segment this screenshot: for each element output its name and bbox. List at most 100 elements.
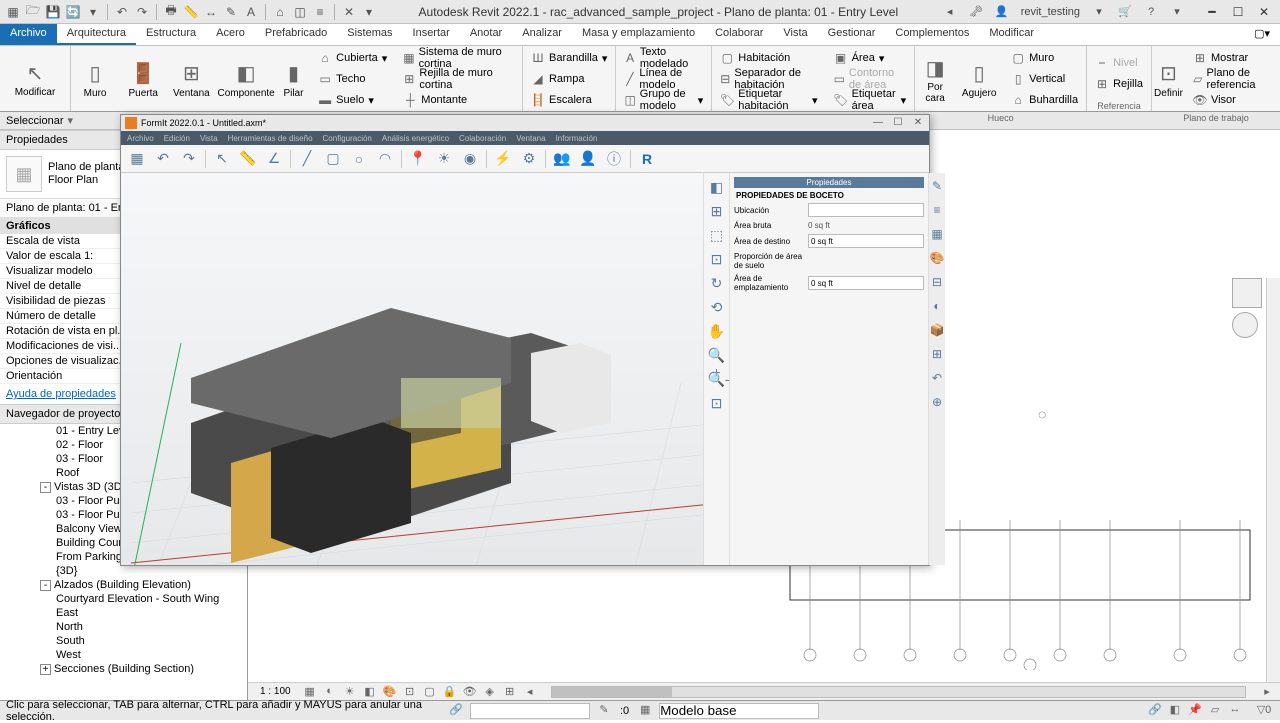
undo-icon[interactable]: ↶: [113, 3, 131, 21]
tab-sistemas[interactable]: Sistemas: [337, 24, 402, 45]
plano-ref-button[interactable]: ▱Plano de referencia: [1189, 69, 1276, 89]
techo-button[interactable]: ▭Techo: [314, 69, 391, 89]
reveal-icon[interactable]: ◈: [483, 685, 497, 699]
cont-area-button[interactable]: ▭Contorno de área: [830, 69, 911, 89]
tab-colaborar[interactable]: Colaborar: [705, 24, 773, 45]
orbit-icon[interactable]: ↻: [708, 275, 726, 293]
detail-level-icon[interactable]: ▦: [303, 685, 317, 699]
por-cara-button[interactable]: ◨Por cara: [915, 46, 955, 112]
layers-tab-icon[interactable]: ≡: [929, 203, 945, 219]
tab-acero[interactable]: Acero: [206, 24, 255, 45]
tree-item[interactable]: South: [0, 634, 247, 648]
plugins-tab-icon[interactable]: ⊕: [929, 395, 945, 411]
switch-windows-icon[interactable]: ▾: [360, 3, 378, 21]
lock-icon[interactable]: 🔒: [443, 685, 457, 699]
tab-estructura[interactable]: Estructura: [136, 24, 206, 45]
angle-icon[interactable]: ∠: [264, 149, 284, 169]
arc-icon[interactable]: ◠: [375, 149, 395, 169]
texto-modelo-button[interactable]: ATexto modelado: [620, 48, 707, 68]
minimize-button[interactable]: —: [871, 117, 885, 129]
tree-item[interactable]: East: [0, 606, 247, 620]
scrollbar-thumb[interactable]: [552, 687, 672, 697]
cube-icon[interactable]: ◧: [708, 179, 726, 197]
maximize-button[interactable]: ☐: [1226, 3, 1250, 21]
nav-cube[interactable]: [1232, 278, 1268, 378]
grupo-modelo-button[interactable]: ◫Grupo de modelo ▾: [620, 90, 707, 110]
nav-left-icon[interactable]: ◂: [523, 685, 537, 699]
crop-icon[interactable]: ⊡: [403, 685, 417, 699]
tree-item[interactable]: -Alzados (Building Elevation): [0, 578, 247, 592]
suelo-button[interactable]: ▬Suelo ▾: [314, 90, 391, 110]
tab-archivo[interactable]: Archivo: [0, 24, 57, 45]
definir-button[interactable]: ⊡Definir: [1152, 46, 1185, 112]
escalera-button[interactable]: 🪜Escalera: [527, 90, 611, 110]
swivel-icon[interactable]: ⟲: [708, 299, 726, 317]
scale-value[interactable]: 1 : 100: [254, 686, 297, 697]
redo-icon[interactable]: ↷: [179, 149, 199, 169]
levels-tab-icon[interactable]: ⊟: [929, 275, 945, 291]
text-icon[interactable]: A: [242, 3, 260, 21]
solar-analysis-icon[interactable]: ◉: [460, 149, 480, 169]
formit-field-input[interactable]: [808, 203, 924, 217]
cubierta-button[interactable]: ⌂Cubierta ▾: [314, 48, 391, 68]
user-icon[interactable]: 👤: [991, 3, 1013, 21]
puerta-button[interactable]: 🚪Puerta: [119, 46, 167, 112]
filter-icon[interactable]: ▽0: [1255, 703, 1273, 719]
nivel-button[interactable]: ⎯Nivel: [1091, 53, 1147, 73]
help-link[interactable]: Ayuda de propiedades: [6, 388, 116, 400]
minimize-button[interactable]: ━: [1200, 3, 1224, 21]
zoom-fit-icon[interactable]: ⊡: [708, 395, 726, 413]
3d-icon[interactable]: ⬚: [708, 227, 726, 245]
sun-path-icon[interactable]: ☀: [343, 685, 357, 699]
muro-button[interactable]: ▯Muro: [71, 46, 119, 112]
crop-region-icon[interactable]: ▢: [423, 685, 437, 699]
collab-icon[interactable]: 👥: [552, 149, 572, 169]
content-tab-icon[interactable]: 📦: [929, 323, 945, 339]
muro-hueco-button[interactable]: ▢Muro: [1007, 48, 1082, 68]
energy-icon[interactable]: ⚡: [493, 149, 513, 169]
tab-gestionar[interactable]: Gestionar: [818, 24, 886, 45]
tree-item[interactable]: +Secciones (Building Section): [0, 662, 247, 676]
ribbon-collapse-icon[interactable]: ▢▾: [1244, 24, 1280, 45]
location-icon[interactable]: 📍: [408, 149, 428, 169]
app-menu-icon[interactable]: ▦: [4, 3, 22, 21]
formit-menu-item[interactable]: Archivo: [127, 134, 154, 143]
area-button[interactable]: ▣Área ▾: [830, 48, 911, 68]
mostrar-button[interactable]: ⊞Mostrar: [1189, 48, 1276, 68]
tab-prefabricado[interactable]: Prefabricado: [255, 24, 337, 45]
agujero-button[interactable]: ▯Agujero: [955, 46, 1003, 112]
open-icon[interactable]: 🗁: [24, 3, 42, 21]
measure-icon[interactable]: 📏: [182, 3, 200, 21]
tree-item[interactable]: North: [0, 620, 247, 634]
constraints-icon[interactable]: ⊞: [503, 685, 517, 699]
visor-button[interactable]: 👁Visor: [1189, 90, 1276, 110]
ventana-button[interactable]: ⊞Ventana: [167, 46, 215, 112]
tab-vista[interactable]: Vista: [773, 24, 817, 45]
design-option-selector[interactable]: [659, 703, 819, 719]
formit-menu-item[interactable]: Colaboración: [459, 134, 506, 143]
tag-icon[interactable]: ✎: [222, 3, 240, 21]
tab-masa[interactable]: Masa y emplazamiento: [572, 24, 705, 45]
formit-3d-viewport[interactable]: [121, 173, 703, 565]
close-views-icon[interactable]: ✕: [340, 3, 358, 21]
nav-right-icon[interactable]: ▸: [1260, 685, 1274, 699]
keynote-icon[interactable]: 🗝: [965, 3, 987, 21]
top-icon[interactable]: ⊞: [708, 203, 726, 221]
tab-anotar[interactable]: Anotar: [460, 24, 512, 45]
styles-tab-icon[interactable]: 🎨: [929, 251, 945, 267]
tree-item[interactable]: West: [0, 648, 247, 662]
formit-field-input[interactable]: [808, 276, 924, 290]
fit-icon[interactable]: ⊡: [708, 251, 726, 269]
pilar-button[interactable]: ▮Pilar: [277, 46, 310, 112]
modify-button[interactable]: ↖ Modificar: [6, 57, 64, 100]
select-pinned-icon[interactable]: 📌: [1186, 703, 1204, 719]
back-icon[interactable]: ◂: [939, 3, 961, 21]
select-links-icon[interactable]: 🔗: [1146, 703, 1164, 719]
properties-tab-icon[interactable]: ✎: [929, 179, 945, 195]
help-dropdown-icon[interactable]: ▾: [1166, 3, 1188, 21]
formit-menu-item[interactable]: Vista: [200, 134, 218, 143]
help-icon[interactable]: ?: [1140, 3, 1162, 21]
habitacion-button[interactable]: ▢Habitación: [716, 48, 821, 68]
formit-menu-item[interactable]: Ventana: [516, 134, 545, 143]
info-icon[interactable]: ⓘ: [604, 149, 624, 169]
